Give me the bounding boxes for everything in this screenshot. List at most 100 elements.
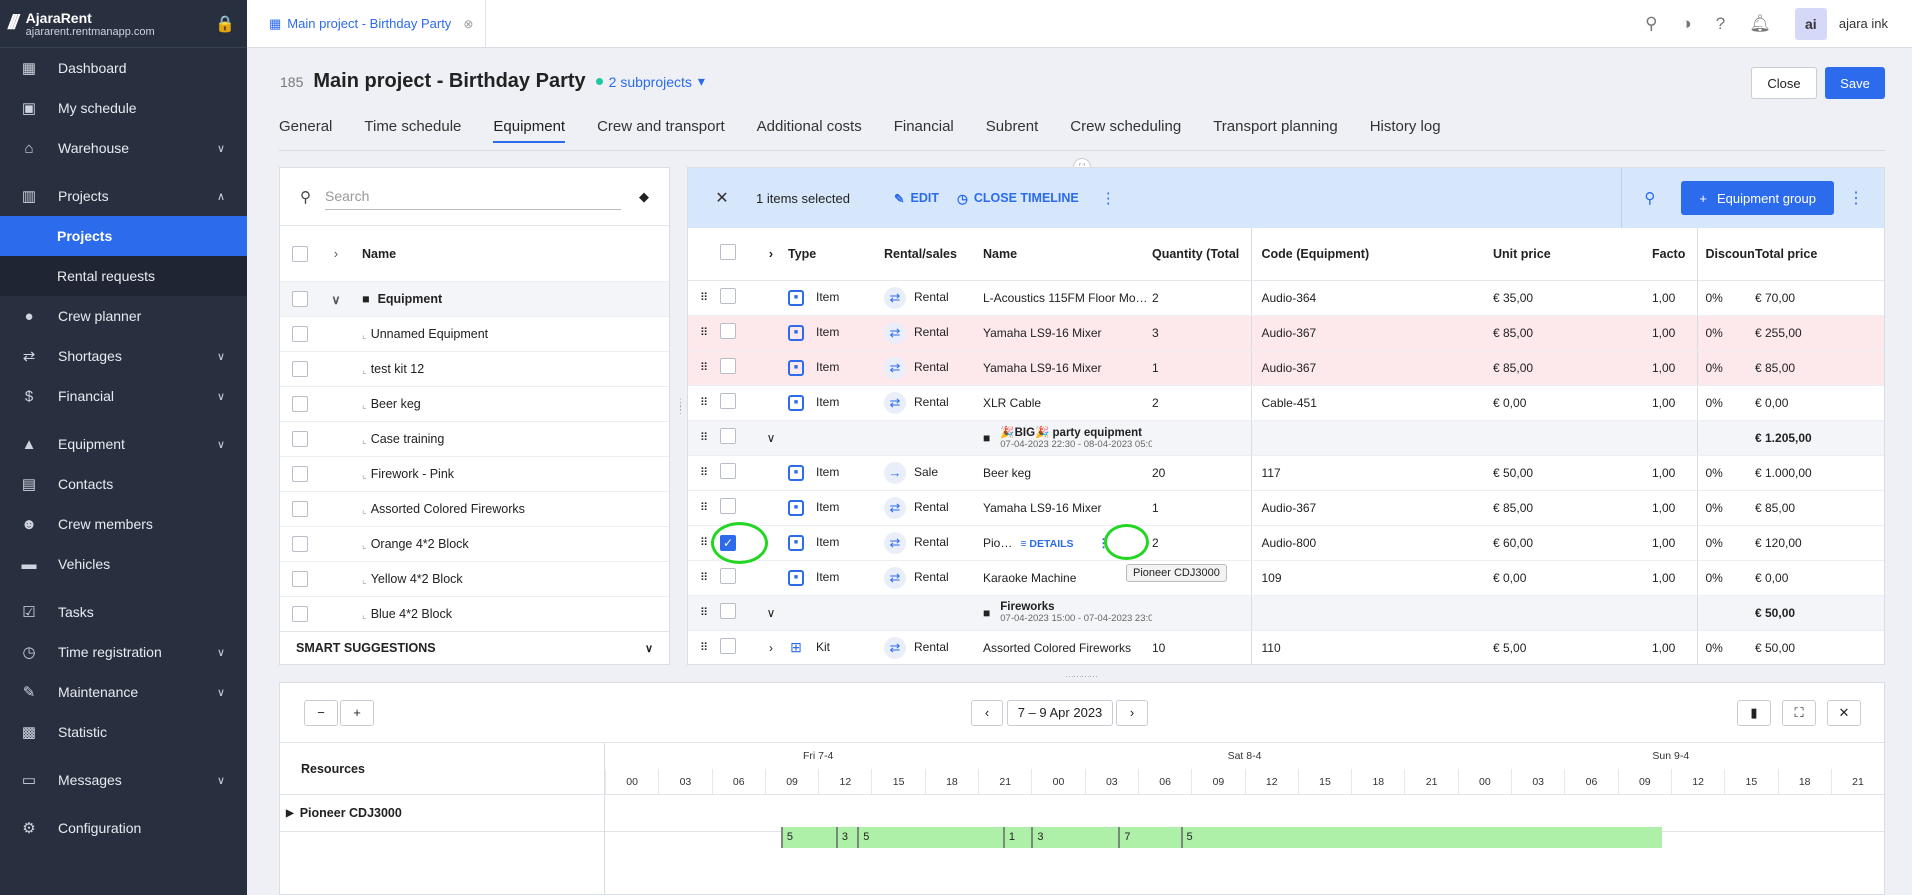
close-tab-icon[interactable]: ⊗ xyxy=(463,17,473,31)
caret-right-icon[interactable]: ▶ xyxy=(286,808,294,819)
discount[interactable]: 0% xyxy=(1696,385,1755,421)
drag-handle-icon[interactable]: ⠿ xyxy=(688,420,720,456)
smart-suggestions[interactable]: SMART SUGGESTIONS ∨ xyxy=(280,631,669,664)
sidebar-item-maintenance[interactable]: ✎ Maintenance ∨ xyxy=(0,672,247,712)
prev-period-button[interactable]: ‹ xyxy=(971,699,1003,726)
table-row[interactable]: ⠿ ■ Item ⇄ Rental L-Acoustics 115FM Floor Mon… xyxy=(688,280,1884,316)
quantity[interactable]: 2 xyxy=(1152,385,1251,421)
discount[interactable]: 0% xyxy=(1696,455,1755,491)
drag-handle-icon[interactable]: ⠿ xyxy=(688,630,720,664)
tab-time-schedule[interactable]: Time schedule xyxy=(364,118,461,143)
select-all-checkbox[interactable] xyxy=(720,244,736,261)
sidebar-item-projects[interactable]: ▥ Projects ∧ xyxy=(0,176,247,216)
more-options-icon[interactable]: ⋮ xyxy=(1101,189,1116,207)
unit-price[interactable]: € 5,00 xyxy=(1493,630,1652,664)
drag-handle-icon[interactable]: ⠿ xyxy=(688,315,720,351)
tab-equipment[interactable]: Equipment xyxy=(493,118,566,143)
item-checkbox[interactable] xyxy=(292,466,308,482)
booking-bar[interactable]: 5 xyxy=(780,827,836,848)
item-name[interactable]: Pio… xyxy=(983,536,1012,550)
bell-icon[interactable]: 🔔︎ xyxy=(1749,14,1771,34)
more-options-icon[interactable]: ⋮ xyxy=(1848,188,1864,208)
drag-handle-icon[interactable]: ⠿ xyxy=(688,385,720,421)
unit-price[interactable]: € 85,00 xyxy=(1493,490,1652,526)
row-checkbox[interactable] xyxy=(720,358,736,374)
drag-handle-icon[interactable]: ⠿ xyxy=(688,595,720,631)
booking-bar[interactable]: 5 xyxy=(1180,827,1662,848)
chevron-down-icon[interactable]: ∨ xyxy=(320,292,352,307)
chevron-right-icon[interactable]: › xyxy=(754,630,788,664)
item-name[interactable]: L-Acoustics 115FM Floor Monitor xyxy=(983,280,1152,316)
help-icon[interactable]: ? xyxy=(1716,14,1725,34)
subprojects-dropdown[interactable]: 2 subprojects ▾ xyxy=(595,73,705,90)
unit-price-column-header[interactable]: Unit price xyxy=(1493,228,1652,281)
close-button[interactable]: Close xyxy=(1751,67,1817,99)
sidebar-item-messages[interactable]: ▭ Messages ∨ xyxy=(0,760,247,800)
tab-financial[interactable]: Financial xyxy=(894,118,954,143)
sidebar-item-my-schedule[interactable]: ▣ My schedule xyxy=(0,88,247,128)
table-row[interactable]: ⠿ ■ Item ⇄ Rental XLR Cable 2 Cable-451 € 0,00 1,… xyxy=(688,385,1884,421)
discount[interactable]: 0% xyxy=(1696,350,1755,386)
discount[interactable]: 0% xyxy=(1696,315,1755,351)
group-row[interactable]: ⠿ ∨ ■ Fireworks 07-04-2023 15:00 - 07-04-202… xyxy=(688,595,1884,631)
lock-icon[interactable]: 🔒 xyxy=(215,14,235,34)
discount[interactable]: 0% xyxy=(1696,560,1755,596)
rental-sales-column-header[interactable]: Rental/sales xyxy=(884,228,983,281)
quantity[interactable]: 1 xyxy=(1152,490,1251,526)
panel-resize-handle[interactable]: ⋮ ⋮ ⋮ xyxy=(676,398,685,415)
quantity[interactable]: 2 xyxy=(1152,280,1251,316)
group-checkbox[interactable] xyxy=(292,291,308,307)
discount[interactable]: 0% xyxy=(1696,630,1755,664)
unit-price[interactable]: € 50,00 xyxy=(1493,455,1652,491)
item-name[interactable]: XLR Cable xyxy=(983,385,1152,421)
list-item[interactable]: ⌞ Case training xyxy=(280,422,669,457)
item-checkbox[interactable] xyxy=(292,606,308,622)
item-name[interactable]: Yamaha LS9-16 Mixer xyxy=(983,350,1152,386)
unit-price[interactable]: € 0,00 xyxy=(1493,385,1652,421)
discount[interactable]: 0% xyxy=(1696,525,1755,561)
item-checkbox[interactable] xyxy=(292,501,308,517)
tab-crew-scheduling[interactable]: Crew scheduling xyxy=(1070,118,1181,143)
fullscreen-icon[interactable]: ⛶ xyxy=(1782,699,1816,726)
resource-row[interactable]: ▶ Pioneer CDJ3000 xyxy=(280,795,604,832)
sidebar-item-equipment[interactable]: ▲ Equipment ∨ xyxy=(0,424,247,464)
list-item[interactable]: ⌞ Beer keg xyxy=(280,387,669,422)
list-item[interactable]: ⌞ Blue 4*2 Block xyxy=(280,597,669,632)
open-project-tab[interactable]: ▦ Main project - Birthday Party ⊗ xyxy=(247,0,487,48)
zoom-in-button[interactable]: + xyxy=(340,699,374,726)
booking-bar[interactable]: 3 xyxy=(835,827,858,848)
drag-handle-icon[interactable]: ⠿ xyxy=(688,490,720,526)
tab-crew-and-transport[interactable]: Crew and transport xyxy=(597,118,725,143)
drag-handle-icon[interactable]: ⠿ xyxy=(688,455,720,491)
tab-transport-planning[interactable]: Transport planning xyxy=(1213,118,1338,143)
sidebar-item-crew-members[interactable]: ☻ Crew members xyxy=(0,504,247,544)
theme-icon[interactable]: ◑ xyxy=(1682,14,1692,34)
timeline-resize-handle[interactable]: ⋯⋯⋯⋯ xyxy=(1065,671,1098,682)
details-button[interactable]: ≡ DETAILS xyxy=(1020,538,1073,550)
unit-price[interactable]: € 85,00 xyxy=(1493,350,1652,386)
table-row[interactable]: ⠿ ■ Item ⇄ Rental Karaoke Machine 109 € 0,00 1,0… xyxy=(688,560,1884,596)
edit-button[interactable]: ✎ EDIT xyxy=(894,191,939,206)
list-item[interactable]: ⌞ test kit 12 xyxy=(280,352,669,387)
item-checkbox[interactable] xyxy=(292,431,308,447)
row-checkbox-checked[interactable]: ✓ xyxy=(720,534,736,551)
close-timeline-button[interactable]: ◷ CLOSE TIMELINE xyxy=(957,191,1079,206)
tab-history-log[interactable]: History log xyxy=(1370,118,1441,143)
add-equipment-group-button[interactable]: + Equipment group xyxy=(1681,181,1834,215)
booking-bar[interactable]: 3 xyxy=(1031,827,1119,848)
item-checkbox[interactable] xyxy=(292,396,308,412)
save-button[interactable]: Save xyxy=(1825,67,1885,99)
quantity[interactable]: 1 xyxy=(1152,350,1251,386)
sidebar-subitem-rental-requests[interactable]: Rental requests xyxy=(0,256,247,296)
discount[interactable]: 0% xyxy=(1696,280,1755,316)
unit-price[interactable]: € 60,00 xyxy=(1493,525,1652,561)
catalog-group[interactable]: ∨ ■ Equipment xyxy=(280,282,669,317)
sidebar-item-tasks[interactable]: ☑ Tasks xyxy=(0,592,247,632)
item-checkbox[interactable] xyxy=(292,361,308,377)
tag-icon[interactable]: ◆ xyxy=(639,189,649,205)
search-input[interactable]: Search xyxy=(325,184,621,210)
sidebar-item-statistic[interactable]: ▩ Statistic xyxy=(0,712,247,752)
booking-bar[interactable]: 1 xyxy=(1002,827,1032,848)
row-checkbox[interactable] xyxy=(720,393,736,409)
list-item[interactable]: ⌞ Orange 4*2 Block xyxy=(280,527,669,562)
